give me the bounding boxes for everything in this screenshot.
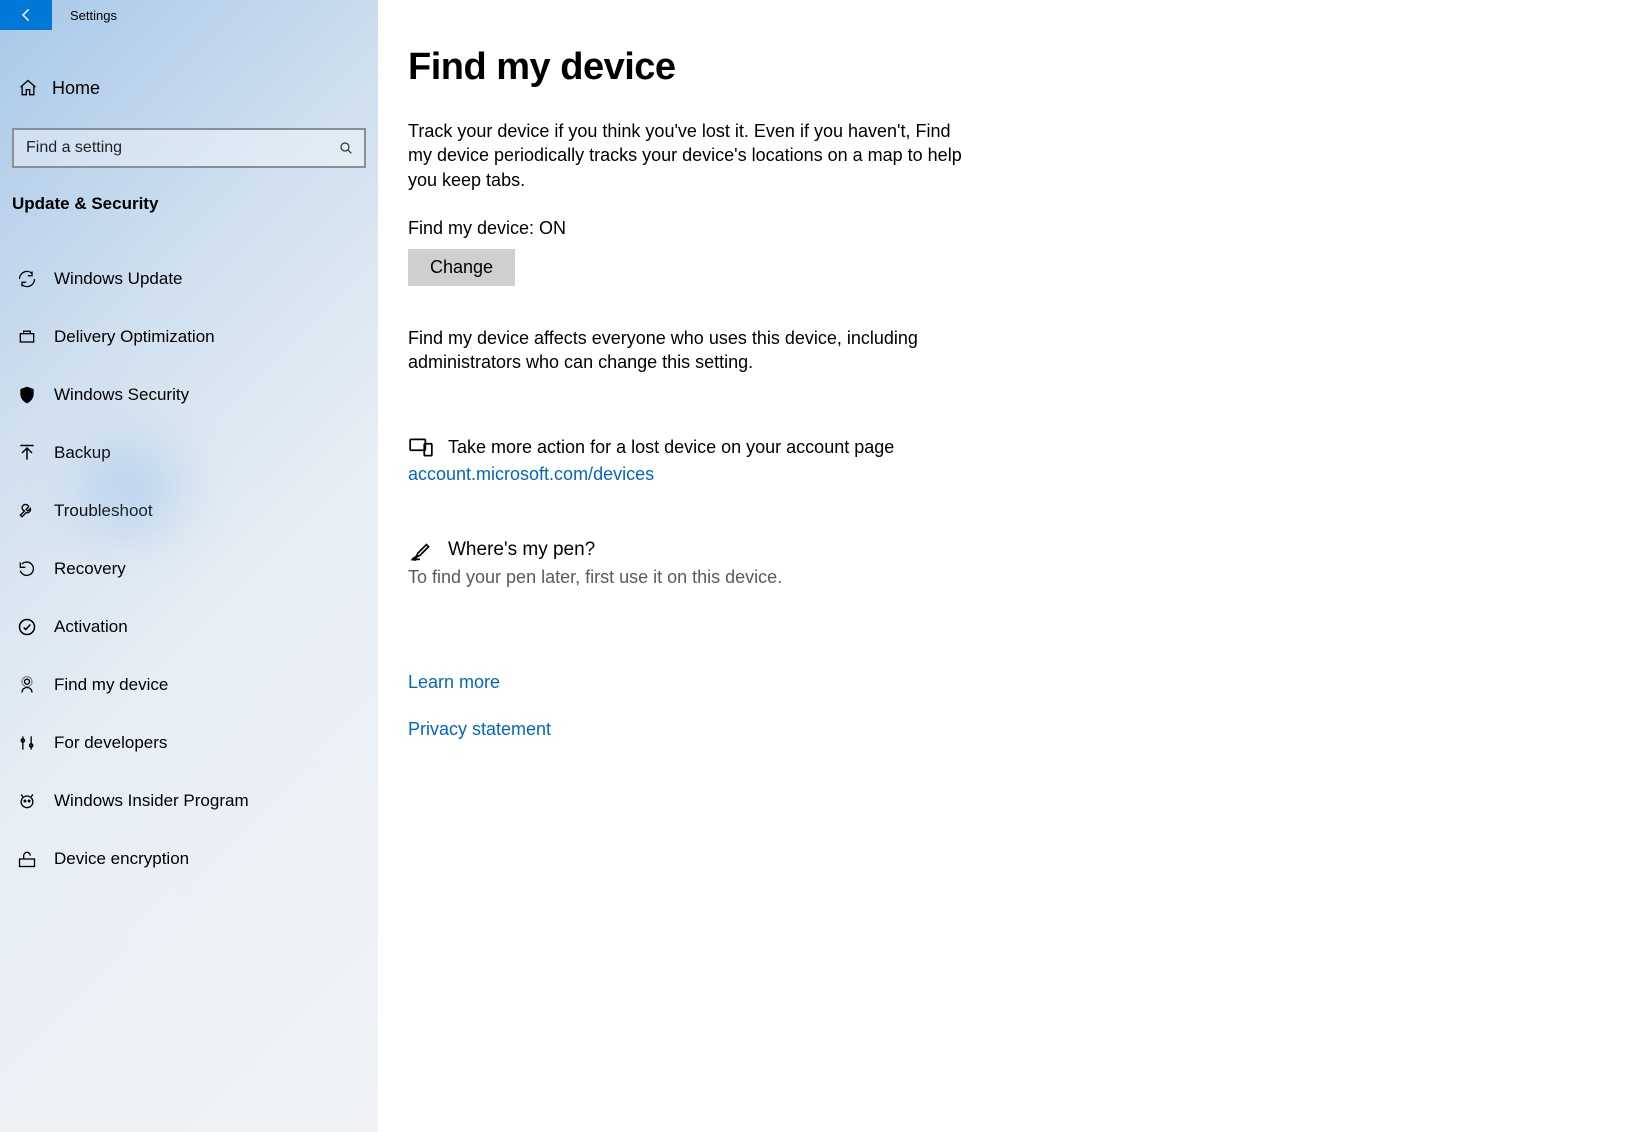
- pen-subtext: To find your pen later, first use it on …: [408, 567, 1611, 588]
- privacy-link[interactable]: Privacy statement: [408, 719, 1611, 740]
- backup-icon: [16, 442, 38, 464]
- pen-icon: [408, 537, 434, 563]
- sidebar-item-label: Find my device: [54, 675, 168, 695]
- pen-title: Where's my pen?: [448, 539, 595, 561]
- home-label: Home: [52, 78, 100, 99]
- sidebar-item-device-encryption[interactable]: Device encryption: [0, 830, 378, 888]
- refresh-icon: [16, 268, 38, 290]
- sidebar-item-delivery-optimization[interactable]: Delivery Optimization: [0, 308, 378, 366]
- main-content: Find my device Track your device if you …: [378, 0, 1641, 1132]
- search-wrap: [12, 128, 366, 168]
- home-icon: [18, 78, 38, 98]
- sidebar-item-windows-security[interactable]: Windows Security: [0, 366, 378, 424]
- learn-more-link[interactable]: Learn more: [408, 672, 1611, 693]
- change-button[interactable]: Change: [408, 249, 515, 286]
- sidebar-item-label: Activation: [54, 617, 128, 637]
- delivery-icon: [16, 326, 38, 348]
- titlebar: Settings: [0, 0, 378, 30]
- search-input[interactable]: [26, 139, 338, 157]
- sidebar: Settings Home Update & Security W: [0, 0, 378, 1132]
- sidebar-item-label: Backup: [54, 443, 111, 463]
- nav-list: Windows Update Delivery Optimization Win…: [0, 250, 378, 888]
- sidebar-item-activation[interactable]: Activation: [0, 598, 378, 656]
- intro-text: Track your device if you think you've lo…: [408, 119, 968, 192]
- sidebar-item-label: Delivery Optimization: [54, 327, 215, 347]
- tools-icon: [16, 732, 38, 754]
- shield-icon: [16, 384, 38, 406]
- sidebar-item-label: Windows Insider Program: [54, 791, 249, 811]
- status-line: Find my device: ON: [408, 218, 1611, 239]
- account-action-row: Take more action for a lost device on yo…: [408, 434, 1611, 460]
- arrow-left-icon: [17, 6, 35, 24]
- insider-icon: [16, 790, 38, 812]
- sidebar-item-insider-program[interactable]: Windows Insider Program: [0, 772, 378, 830]
- sidebar-item-label: Windows Update: [54, 269, 183, 289]
- footer-links: Learn more Privacy statement: [408, 668, 1611, 740]
- search-icon: [338, 140, 354, 156]
- sidebar-item-windows-update[interactable]: Windows Update: [0, 250, 378, 308]
- devices-icon: [408, 434, 434, 460]
- account-link[interactable]: account.microsoft.com/devices: [408, 464, 654, 485]
- locate-icon: [16, 674, 38, 696]
- section-title: Update & Security: [0, 168, 378, 222]
- sidebar-item-label: Windows Security: [54, 385, 189, 405]
- sidebar-item-backup[interactable]: Backup: [0, 424, 378, 482]
- check-circle-icon: [16, 616, 38, 638]
- note-text: Find my device affects everyone who uses…: [408, 326, 968, 375]
- recovery-icon: [16, 558, 38, 580]
- sidebar-item-label: Recovery: [54, 559, 126, 579]
- sidebar-item-label: For developers: [54, 733, 167, 753]
- pen-row: Where's my pen?: [408, 537, 1611, 563]
- page-title: Find my device: [408, 46, 1611, 89]
- wrench-icon: [16, 500, 38, 522]
- home-nav[interactable]: Home: [0, 66, 378, 110]
- sidebar-item-recovery[interactable]: Recovery: [0, 540, 378, 598]
- search-box[interactable]: [12, 128, 366, 168]
- sidebar-item-label: Troubleshoot: [54, 501, 153, 521]
- sidebar-item-troubleshoot[interactable]: Troubleshoot: [0, 482, 378, 540]
- sidebar-item-label: Device encryption: [54, 849, 189, 869]
- account-action-text: Take more action for a lost device on yo…: [448, 437, 894, 458]
- sidebar-item-find-my-device[interactable]: Find my device: [0, 656, 378, 714]
- lock-icon: [16, 848, 38, 870]
- app-title: Settings: [52, 8, 117, 23]
- back-button[interactable]: [0, 0, 52, 30]
- sidebar-item-for-developers[interactable]: For developers: [0, 714, 378, 772]
